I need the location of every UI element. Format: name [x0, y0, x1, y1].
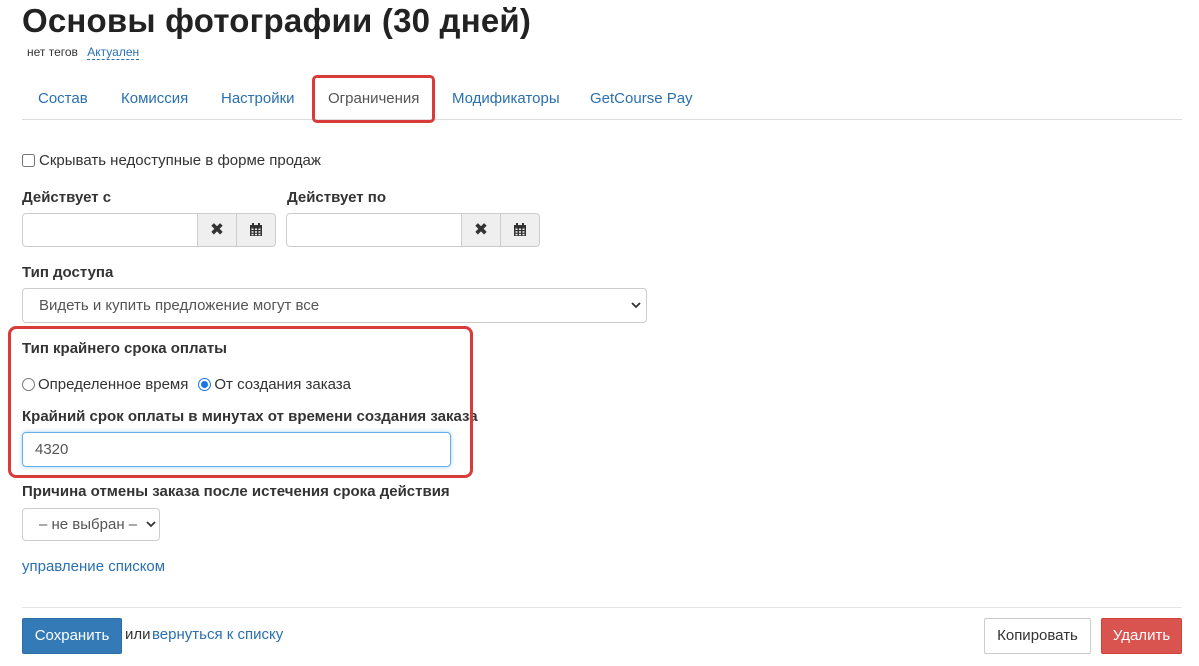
- page-title: Основы фотографии (30 дней): [22, 2, 532, 39]
- tab-settings[interactable]: Настройки: [205, 76, 311, 120]
- tab-commission[interactable]: Комиссия: [105, 76, 204, 120]
- status-link[interactable]: Актуален: [87, 45, 140, 60]
- calendar-icon: [250, 223, 262, 236]
- valid-to-calendar-button[interactable]: [501, 213, 540, 247]
- close-icon: ✖: [209, 220, 225, 239]
- tab-restrictions[interactable]: Ограничения: [312, 76, 435, 120]
- radio-from-order-creation[interactable]: [198, 378, 212, 391]
- valid-from-label: Действует с: [22, 189, 112, 206]
- valid-to-label: Действует по: [287, 189, 386, 206]
- access-type-label: Тип доступа: [22, 264, 114, 281]
- valid-from-calendar-button[interactable]: [237, 213, 276, 247]
- delete-button[interactable]: Удалить: [1101, 618, 1182, 654]
- hide-unavailable-row[interactable]: Скрывать недоступные в форме продаж: [22, 152, 321, 169]
- valid-to-group: ✖: [286, 213, 540, 247]
- valid-from-clear-button[interactable]: ✖: [198, 213, 237, 247]
- valid-to-clear-button[interactable]: ✖: [462, 213, 501, 247]
- tab-bar: Состав Комиссия Настройки Ограничения Мо…: [22, 76, 1182, 120]
- deadline-type-label: Тип крайнего срока оплаты: [22, 340, 227, 357]
- access-type-value: Видеть и купить предложение могут все: [39, 297, 320, 314]
- valid-to-input[interactable]: [286, 213, 462, 247]
- radio-fixed-time-label: Определенное время: [38, 376, 189, 393]
- tags-text: нет тегов: [27, 45, 78, 59]
- calendar-icon: [514, 223, 526, 236]
- or-text: или: [125, 626, 151, 643]
- footer-divider: [22, 607, 1182, 608]
- back-to-list-link[interactable]: вернуться к списку: [152, 626, 283, 643]
- radio-from-order-creation-label: От создания заказа: [214, 376, 352, 393]
- hide-unavailable-checkbox[interactable]: [22, 154, 35, 167]
- deadline-type-options: Определенное время От создания заказа: [22, 376, 361, 393]
- hide-unavailable-label: Скрывать недоступные в форме продаж: [39, 152, 321, 169]
- chevron-down-icon: [146, 521, 156, 528]
- save-button[interactable]: Сохранить: [22, 618, 122, 654]
- radio-fixed-time[interactable]: [22, 378, 35, 391]
- manage-list-link[interactable]: управление списком: [22, 558, 165, 575]
- deadline-minutes-input[interactable]: 4320: [22, 432, 451, 467]
- tab-composition[interactable]: Состав: [22, 76, 104, 120]
- copy-button[interactable]: Копировать: [984, 618, 1091, 654]
- cancel-reason-value: – не выбран –: [39, 516, 138, 533]
- valid-from-group: ✖: [22, 213, 276, 247]
- tab-modifiers[interactable]: Модификаторы: [436, 76, 576, 120]
- cancel-reason-label: Причина отмены заказа после истечения ср…: [22, 483, 450, 500]
- close-icon: ✖: [473, 220, 489, 239]
- tags-row: нет тегов Актуален: [27, 45, 140, 60]
- access-type-select[interactable]: Видеть и купить предложение могут все: [22, 288, 647, 323]
- tab-getcourse-pay[interactable]: GetCourse Pay: [574, 76, 709, 120]
- chevron-down-icon: [631, 302, 641, 309]
- deadline-minutes-label: Крайний срок оплаты в минутах от времени…: [22, 408, 478, 425]
- cancel-reason-select[interactable]: – не выбран –: [22, 508, 160, 541]
- valid-from-input[interactable]: [22, 213, 198, 247]
